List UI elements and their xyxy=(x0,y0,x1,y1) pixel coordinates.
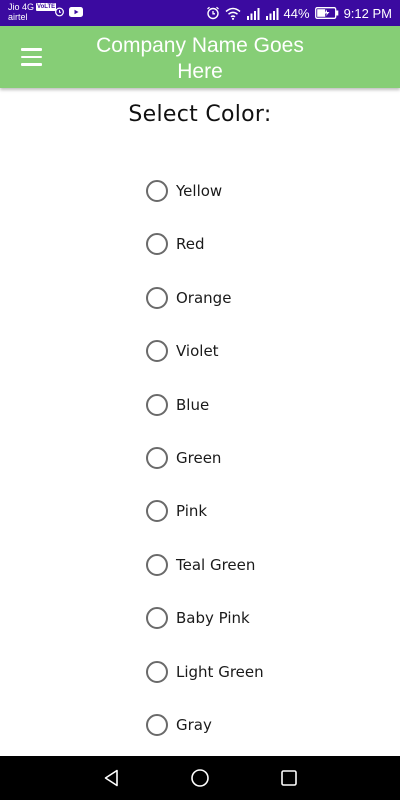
radio-label: Gray xyxy=(176,716,212,734)
radio-option-red[interactable]: Red xyxy=(146,230,346,258)
radio-label: Blue xyxy=(176,395,210,414)
radio-button[interactable] xyxy=(146,233,168,256)
radio-button[interactable] xyxy=(146,500,168,523)
hamburger-menu-icon[interactable] xyxy=(14,43,48,71)
radio-label: Yellow xyxy=(176,182,223,200)
youtube-icon xyxy=(69,6,83,17)
radio-option-baby-pink[interactable]: Baby Pink xyxy=(146,604,346,632)
radio-option-blue[interactable]: Blue xyxy=(146,391,346,419)
radio-label: Teal Green xyxy=(176,555,256,574)
radio-button[interactable] xyxy=(146,340,168,363)
alarm-icon xyxy=(206,6,219,20)
radio-button[interactable] xyxy=(146,553,168,576)
radio-option-violet[interactable]: Violet xyxy=(146,337,346,365)
status-bar: Jio 4G VoLTE airtel 44% 9:12 PM xyxy=(0,0,400,26)
signal-icon xyxy=(246,7,260,20)
carrier-info: Jio 4G VoLTE airtel xyxy=(8,2,57,22)
radio-option-orange[interactable]: Orange xyxy=(146,284,346,312)
radio-button[interactable] xyxy=(146,607,168,630)
app-title: Company Name Goes Here xyxy=(96,34,304,83)
battery-charging-icon xyxy=(314,7,338,19)
radio-label: Green xyxy=(176,449,222,467)
radio-button[interactable] xyxy=(146,286,168,309)
home-icon[interactable] xyxy=(188,766,212,790)
radio-button[interactable] xyxy=(146,393,168,416)
radio-option-gray[interactable]: Gray xyxy=(146,711,346,739)
radio-label: Light Green xyxy=(176,662,264,681)
radio-label: Orange xyxy=(176,288,232,307)
system-status: 44% 9:12 PM xyxy=(206,4,392,22)
radio-button[interactable] xyxy=(146,180,168,202)
app-bar: Company Name Goes Here xyxy=(0,26,400,88)
radio-label: Baby Pink xyxy=(176,609,250,628)
alarm-notification-icon xyxy=(55,7,64,17)
wifi-icon xyxy=(225,7,241,20)
radio-option-yellow[interactable]: Yellow xyxy=(146,177,346,205)
system-nav-bar xyxy=(0,756,400,800)
radio-label: Red xyxy=(176,235,205,254)
radio-label: Violet xyxy=(176,342,219,361)
radio-button[interactable] xyxy=(146,714,168,736)
clock: 9:12 PM xyxy=(343,5,392,21)
recent-apps-icon[interactable] xyxy=(277,766,301,790)
radio-option-light-green[interactable]: Light Green xyxy=(146,658,346,686)
radio-button[interactable] xyxy=(146,660,168,683)
page-heading: Select Color: xyxy=(128,102,272,127)
back-icon[interactable] xyxy=(100,766,124,790)
carrier-name-primary: Jio 4G xyxy=(8,2,35,12)
notification-icons xyxy=(54,6,83,17)
radio-button[interactable] xyxy=(146,447,168,469)
radio-option-teal-green[interactable]: Teal Green xyxy=(146,551,346,579)
radio-option-pink[interactable]: Pink xyxy=(146,497,346,525)
battery-percent: 44% xyxy=(283,5,310,21)
radio-label: Pink xyxy=(176,502,208,521)
radio-option-green[interactable]: Green xyxy=(146,444,346,472)
carrier-name-secondary: airtel xyxy=(8,12,28,22)
signal-icon-secondary xyxy=(265,7,279,20)
